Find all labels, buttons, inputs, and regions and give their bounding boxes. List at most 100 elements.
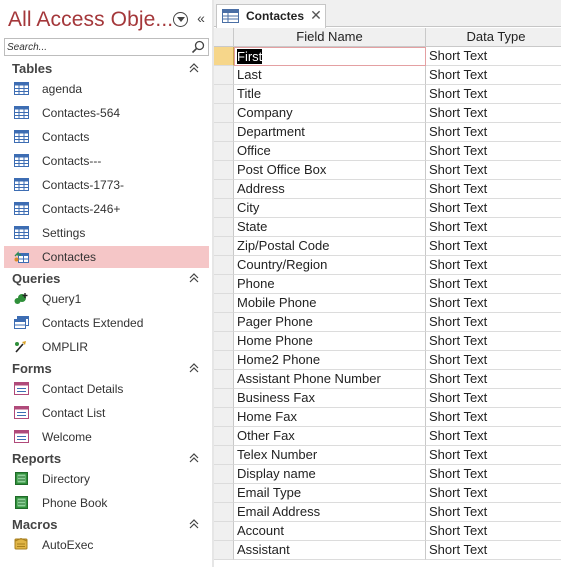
table-row[interactable]: Pager Phone Short Text: [214, 313, 561, 332]
group-header-forms[interactable]: Forms: [0, 359, 212, 379]
data-type-cell[interactable]: Short Text: [426, 180, 561, 199]
table-row[interactable]: Email Type Short Text: [214, 484, 561, 503]
nav-item-contacts[interactable]: Contacts---: [4, 150, 209, 172]
nav-title[interactable]: All Access Obje...: [8, 8, 173, 32]
table-row[interactable]: Country/Region Short Text: [214, 256, 561, 275]
row-selector[interactable]: [214, 237, 234, 256]
data-type-cell[interactable]: Short Text: [426, 294, 561, 313]
data-type-cell[interactable]: Short Text: [426, 465, 561, 484]
table-row[interactable]: Other Fax Short Text: [214, 427, 561, 446]
field-name-cell[interactable]: Zip/Postal Code: [234, 237, 426, 256]
row-selector[interactable]: [214, 123, 234, 142]
nav-item-contactes[interactable]: Contactes: [4, 246, 209, 268]
row-selector[interactable]: [214, 484, 234, 503]
data-type-cell[interactable]: Short Text: [426, 446, 561, 465]
field-name-cell[interactable]: Email Type: [234, 484, 426, 503]
data-type-cell[interactable]: Short Text: [426, 199, 561, 218]
data-type-cell[interactable]: Short Text: [426, 142, 561, 161]
data-type-cell[interactable]: Short Text: [426, 218, 561, 237]
field-name-cell[interactable]: Account: [234, 522, 426, 541]
table-row[interactable]: Home Fax Short Text: [214, 408, 561, 427]
data-type-cell[interactable]: Short Text: [426, 332, 561, 351]
field-name-cell[interactable]: Telex Number: [234, 446, 426, 465]
data-type-cell[interactable]: Short Text: [426, 313, 561, 332]
row-selector[interactable]: [214, 503, 234, 522]
field-name-cell[interactable]: Display name: [234, 465, 426, 484]
field-name-cell[interactable]: First: [234, 47, 426, 66]
table-row[interactable]: Mobile Phone Short Text: [214, 294, 561, 313]
nav-item-contactes-564[interactable]: Contactes-564: [4, 102, 209, 124]
table-row[interactable]: Post Office Box Short Text: [214, 161, 561, 180]
nav-item-autoexec[interactable]: AutoExec: [4, 534, 209, 556]
tab-contactes[interactable]: Contactes ✕: [216, 4, 326, 28]
nav-item-contacts-246[interactable]: Contacts-246+: [4, 198, 209, 220]
row-selector[interactable]: [214, 161, 234, 180]
nav-item-settings[interactable]: Settings: [4, 222, 209, 244]
row-selector[interactable]: [214, 294, 234, 313]
table-row[interactable]: Title Short Text: [214, 85, 561, 104]
nav-menu-dropdown-icon[interactable]: [173, 12, 188, 27]
table-row[interactable]: Address Short Text: [214, 180, 561, 199]
field-name-cell[interactable]: Assistant: [234, 541, 426, 560]
field-name-cell[interactable]: Department: [234, 123, 426, 142]
select-all-corner[interactable]: [214, 28, 234, 47]
field-name-cell[interactable]: Post Office Box: [234, 161, 426, 180]
nav-item-omplir[interactable]: OMPLIR: [4, 336, 209, 358]
row-selector[interactable]: [214, 104, 234, 123]
field-name-cell[interactable]: Title: [234, 85, 426, 104]
row-selector[interactable]: [214, 332, 234, 351]
close-icon[interactable]: ✕: [309, 8, 323, 22]
field-name-cell[interactable]: Home Fax: [234, 408, 426, 427]
group-header-macros[interactable]: Macros: [0, 515, 212, 535]
data-type-cell[interactable]: Short Text: [426, 408, 561, 427]
row-selector[interactable]: [214, 370, 234, 389]
data-type-cell[interactable]: Short Text: [426, 541, 561, 560]
field-name-cell[interactable]: Pager Phone: [234, 313, 426, 332]
group-header-queries[interactable]: Queries: [0, 269, 212, 289]
field-name-cell[interactable]: Business Fax: [234, 389, 426, 408]
table-row[interactable]: Email Address Short Text: [214, 503, 561, 522]
table-row[interactable]: Home Phone Short Text: [214, 332, 561, 351]
collapse-chevron-icon[interactable]: [188, 362, 200, 374]
field-name-cell[interactable]: Home Phone: [234, 332, 426, 351]
field-name-cell[interactable]: State: [234, 218, 426, 237]
row-selector[interactable]: [214, 389, 234, 408]
field-name-cell[interactable]: Other Fax: [234, 427, 426, 446]
row-selector[interactable]: [214, 142, 234, 161]
column-header-field-name[interactable]: Field Name: [234, 28, 426, 47]
field-name-cell[interactable]: Office: [234, 142, 426, 161]
data-type-cell[interactable]: Short Text: [426, 256, 561, 275]
row-selector[interactable]: [214, 85, 234, 104]
data-type-cell[interactable]: Short Text: [426, 503, 561, 522]
table-row[interactable]: Zip/Postal Code Short Text: [214, 237, 561, 256]
table-row[interactable]: Home2 Phone Short Text: [214, 351, 561, 370]
row-selector[interactable]: [214, 218, 234, 237]
search-box[interactable]: [4, 38, 209, 56]
column-header-data-type[interactable]: Data Type: [426, 28, 561, 47]
row-selector[interactable]: [214, 47, 234, 66]
table-row[interactable]: Telex Number Short Text: [214, 446, 561, 465]
table-row[interactable]: Phone Short Text: [214, 275, 561, 294]
field-name-cell[interactable]: Phone: [234, 275, 426, 294]
row-selector[interactable]: [214, 275, 234, 294]
search-icon[interactable]: [191, 40, 205, 54]
collapse-chevron-icon[interactable]: [188, 272, 200, 284]
data-type-cell[interactable]: Short Text: [426, 522, 561, 541]
data-type-cell[interactable]: Short Text: [426, 85, 561, 104]
data-type-cell[interactable]: Short Text: [426, 484, 561, 503]
data-type-cell[interactable]: Short Text: [426, 275, 561, 294]
data-type-cell[interactable]: Short Text: [426, 161, 561, 180]
field-name-cell[interactable]: Last: [234, 66, 426, 85]
table-row[interactable]: City Short Text: [214, 199, 561, 218]
collapse-chevron-icon[interactable]: [188, 452, 200, 464]
data-type-cell[interactable]: Short Text: [426, 389, 561, 408]
table-row[interactable]: State Short Text: [214, 218, 561, 237]
data-type-cell[interactable]: Short Text: [426, 237, 561, 256]
nav-item-contact-details[interactable]: Contact Details: [4, 378, 209, 400]
table-row[interactable]: Business Fax Short Text: [214, 389, 561, 408]
nav-item-contacts[interactable]: Contacts: [4, 126, 209, 148]
row-selector[interactable]: [214, 199, 234, 218]
data-type-cell[interactable]: Short Text: [426, 66, 561, 85]
nav-item-contact-list[interactable]: Contact List: [4, 402, 209, 424]
field-name-cell[interactable]: Assistant Phone Number: [234, 370, 426, 389]
